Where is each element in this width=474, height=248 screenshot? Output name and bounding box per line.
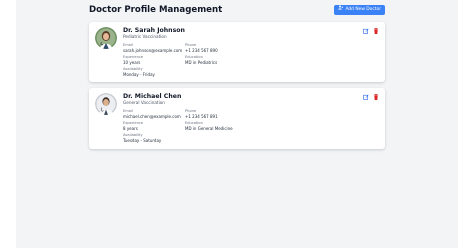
education-value: MD in General Medicine [185, 126, 233, 131]
doctor-specialty: Pediatric Vaccination [123, 34, 167, 39]
page-title: Doctor Profile Management [89, 5, 223, 15]
availability-value: Tuesday - Saturday [123, 138, 162, 143]
doctor-card: Dr. Michael Chen General Vaccination Ema… [89, 88, 385, 149]
experience-value: 8 years [123, 126, 138, 131]
doctor-specialty: General Vaccination [123, 100, 165, 105]
edit-icon[interactable] [363, 28, 369, 34]
trash-icon[interactable] [373, 28, 379, 34]
add-doctor-button[interactable]: Add New Doctor [334, 5, 385, 15]
avatar [95, 93, 117, 115]
trash-icon[interactable] [373, 94, 379, 100]
card-actions [363, 28, 379, 34]
email-value: michael.chen@example.com [123, 114, 181, 119]
phone-value: +1 234 567 891 [185, 114, 218, 119]
phone-value: +1 234 567 890 [185, 48, 218, 53]
avatar [95, 27, 117, 49]
availability-value: Monday - Friday [123, 72, 155, 77]
education-value: MD in Pediatrics [185, 60, 218, 65]
edit-icon[interactable] [363, 94, 369, 100]
user-plus-icon [338, 5, 344, 15]
add-doctor-button-label: Add New Doctor [345, 7, 381, 12]
doctor-card: Dr. Sarah Johnson Pediatric Vaccination … [89, 22, 385, 82]
experience-value: 10 years [123, 60, 141, 65]
email-value: sarah.johnson@example.com [123, 48, 183, 53]
card-actions [363, 94, 379, 100]
page-header: Doctor Profile Management Add New Doctor [89, 4, 385, 18]
